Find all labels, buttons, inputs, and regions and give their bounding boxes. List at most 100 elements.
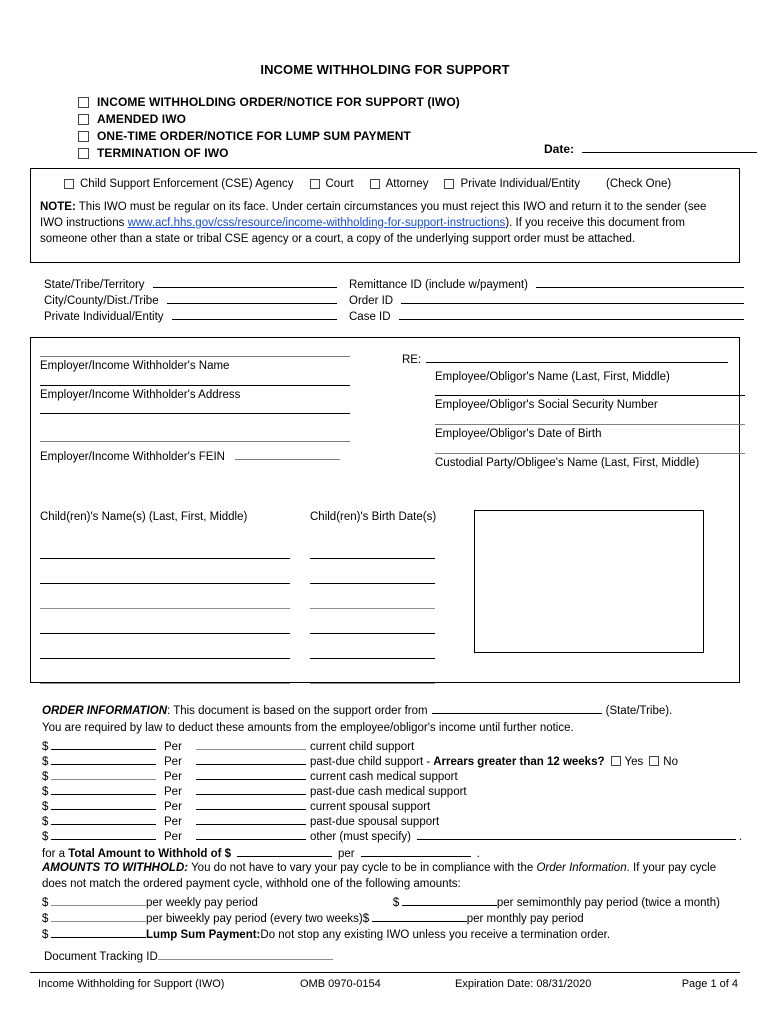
note-paragraph: NOTE: This IWO must be regular on its fa… bbox=[40, 200, 732, 248]
frequency-input[interactable] bbox=[196, 783, 306, 796]
city-county-dist-tribe-input[interactable] bbox=[166, 292, 337, 304]
weekly-amount-input[interactable] bbox=[51, 894, 146, 906]
checkbox-icon[interactable] bbox=[78, 114, 89, 125]
document-tracking-input[interactable] bbox=[157, 948, 333, 960]
additional-notes-box[interactable] bbox=[474, 510, 704, 653]
payment-row-other: $ Per other (must specify) . bbox=[42, 828, 742, 843]
child-name-input[interactable] bbox=[40, 609, 290, 634]
iwo-instructions-link[interactable]: www.acf.hhs.gov/css/resource/income-with… bbox=[128, 217, 506, 229]
checkbox-icon[interactable] bbox=[610, 756, 621, 767]
form-type-option-lump-sum[interactable]: ONE-TIME ORDER/NOTICE FOR LUMP SUM PAYME… bbox=[78, 128, 548, 145]
total-amount-input[interactable] bbox=[237, 845, 333, 858]
child-name-input[interactable] bbox=[40, 659, 290, 684]
employer-fein-label: Employer/Income Withholder's FEIN bbox=[40, 451, 225, 464]
remittance-id-input[interactable] bbox=[535, 276, 744, 288]
dollar-sign: $ bbox=[42, 816, 49, 829]
frequency-input[interactable] bbox=[196, 768, 306, 781]
date-label: Date: bbox=[544, 142, 575, 156]
amount-input[interactable] bbox=[51, 768, 156, 781]
dollar-sign: $ bbox=[42, 786, 49, 799]
sender-type-label: Attorney bbox=[385, 178, 429, 190]
weekly-label: per weekly pay period bbox=[146, 896, 258, 909]
arrears-no-option[interactable]: No bbox=[649, 755, 678, 770]
frequency-input[interactable] bbox=[196, 738, 306, 751]
checkbox-icon[interactable] bbox=[309, 179, 320, 190]
payment-description: past-due child support - bbox=[310, 756, 431, 769]
date-input[interactable] bbox=[582, 141, 758, 153]
payment-row-past-due-spousal: $ Per past-due spousal support bbox=[42, 813, 742, 828]
sender-type-option-court[interactable]: Court bbox=[309, 177, 354, 192]
amount-input[interactable] bbox=[51, 738, 156, 751]
payment-description: other (must specify) bbox=[310, 831, 411, 844]
order-id-input[interactable] bbox=[401, 292, 744, 304]
sender-type-option-cse[interactable]: Child Support Enforcement (CSE) Agency bbox=[64, 177, 294, 192]
monthly-amount-input[interactable] bbox=[371, 910, 467, 922]
checkbox-icon[interactable] bbox=[78, 97, 89, 108]
sender-type-option-private[interactable]: Private Individual/Entity bbox=[444, 177, 580, 192]
checkbox-icon[interactable] bbox=[64, 179, 74, 190]
frequency-input[interactable] bbox=[196, 828, 306, 841]
footer-page-number: Page 1 of 4 bbox=[681, 978, 738, 990]
form-type-option-termination[interactable]: TERMINATION OF IWO bbox=[78, 145, 548, 162]
checkbox-icon[interactable] bbox=[78, 148, 89, 159]
employer-fein-input[interactable] bbox=[234, 448, 340, 461]
child-name-input[interactable] bbox=[40, 634, 290, 659]
frequency-input[interactable] bbox=[196, 798, 306, 811]
dollar-sign: $ bbox=[42, 928, 49, 941]
order-information-intro-pre: : This document is based on the support … bbox=[167, 705, 428, 717]
checkbox-icon[interactable] bbox=[369, 179, 380, 190]
child-name-input[interactable] bbox=[40, 584, 290, 609]
per-label: Per bbox=[164, 786, 182, 799]
private-individual-entity-input[interactable] bbox=[171, 308, 337, 320]
employer-address-input-line2[interactable] bbox=[40, 412, 350, 415]
frequency-input[interactable] bbox=[196, 753, 306, 766]
checkbox-icon[interactable] bbox=[649, 756, 660, 767]
amounts-row-biweekly-monthly: $ per biweekly pay period (every two wee… bbox=[42, 909, 742, 925]
children-birthdates-column bbox=[310, 534, 455, 684]
order-information-reference: Order Information bbox=[536, 862, 627, 874]
payment-row-current-child-support: $ Per current child support bbox=[42, 738, 742, 753]
support-order-state-input[interactable] bbox=[431, 702, 602, 714]
case-id-input[interactable] bbox=[398, 308, 744, 320]
payment-description: past-due cash medical support bbox=[310, 786, 467, 799]
document-tracking-label: Document Tracking ID bbox=[44, 951, 158, 963]
biweekly-amount-input[interactable] bbox=[51, 910, 146, 922]
total-per-label: per bbox=[338, 848, 355, 861]
semimonthly-amount-input[interactable] bbox=[401, 894, 497, 906]
form-type-option-amended-iwo[interactable]: AMENDED IWO bbox=[78, 111, 548, 128]
amount-input[interactable] bbox=[51, 798, 156, 811]
form-type-option-iwo[interactable]: INCOME WITHHOLDING ORDER/NOTICE FOR SUPP… bbox=[78, 94, 548, 111]
child-name-input[interactable] bbox=[40, 534, 290, 559]
children-input-lines bbox=[40, 534, 455, 684]
sender-type-option-attorney[interactable]: Attorney bbox=[369, 177, 429, 192]
total-frequency-input[interactable] bbox=[360, 845, 471, 858]
payment-description: current child support bbox=[310, 741, 415, 754]
child-name-input[interactable] bbox=[40, 559, 290, 584]
form-page: INCOME WITHHOLDING FOR SUPPORT INCOME WI… bbox=[0, 0, 770, 1024]
checkbox-icon[interactable] bbox=[444, 179, 455, 190]
per-label: Per bbox=[164, 816, 182, 829]
state-tribe-territory-input[interactable] bbox=[152, 276, 337, 288]
arrears-yes-label: Yes bbox=[624, 756, 644, 769]
re-label: RE: bbox=[402, 354, 422, 366]
frequency-input[interactable] bbox=[196, 813, 306, 826]
lump-sum-label: Lump Sum Payment: bbox=[146, 928, 261, 941]
amount-input[interactable] bbox=[51, 813, 156, 826]
order-information-heading: ORDER INFORMATION bbox=[42, 705, 168, 717]
arrears-yes-option[interactable]: Yes bbox=[610, 755, 644, 770]
child-birthdate-input[interactable] bbox=[310, 609, 435, 634]
child-birthdate-input[interactable] bbox=[310, 559, 435, 584]
child-birthdate-input[interactable] bbox=[310, 584, 435, 609]
other-specify-input[interactable] bbox=[416, 828, 736, 841]
employee-name-input[interactable] bbox=[426, 351, 728, 363]
child-birthdate-input[interactable] bbox=[310, 634, 435, 659]
child-birthdate-input[interactable] bbox=[310, 534, 435, 559]
amount-input[interactable] bbox=[51, 828, 156, 841]
amount-input[interactable] bbox=[51, 783, 156, 796]
amount-input[interactable] bbox=[51, 753, 156, 766]
sender-type-label: Court bbox=[325, 178, 354, 190]
dollar-sign: $ bbox=[42, 756, 49, 769]
lump-sum-amount-input[interactable] bbox=[51, 926, 146, 938]
checkbox-icon[interactable] bbox=[78, 131, 89, 142]
child-birthdate-input[interactable] bbox=[310, 659, 435, 684]
